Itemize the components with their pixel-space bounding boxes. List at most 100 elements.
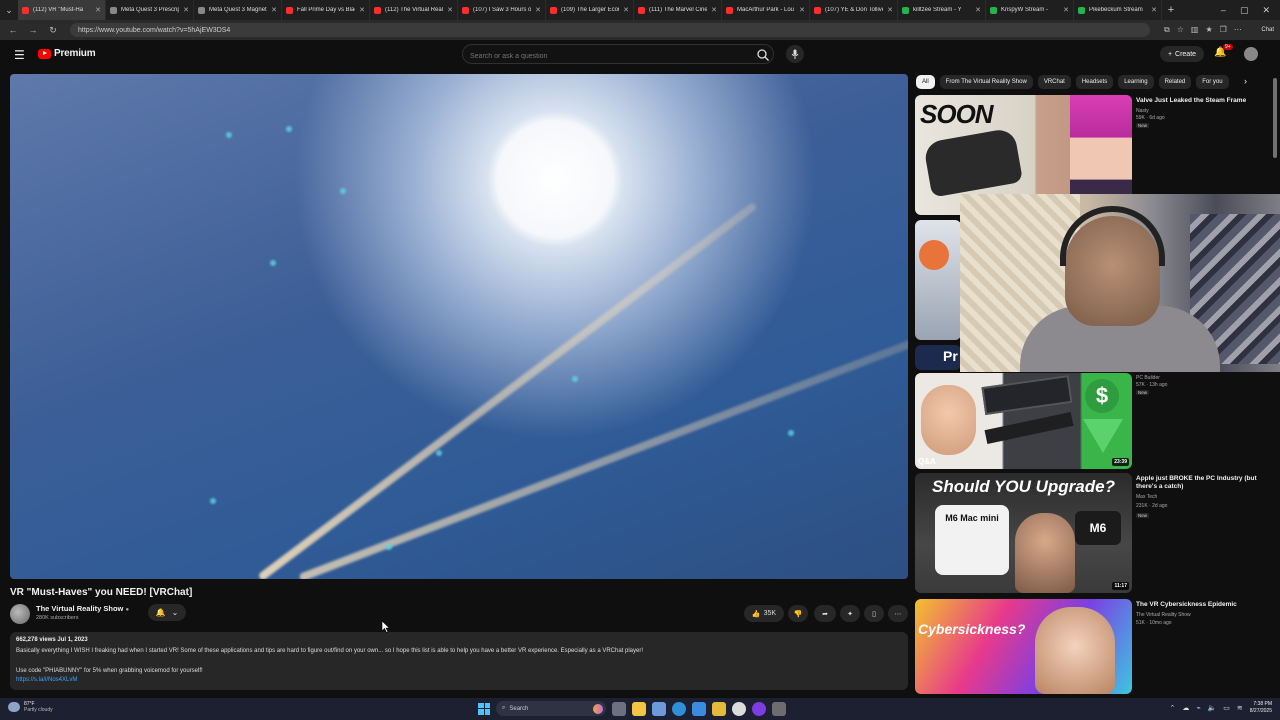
search-icon[interactable] (756, 48, 770, 62)
browser-tab[interactable]: MacArthur Park - Lou ✕ (722, 0, 810, 20)
voice-search-button[interactable] (786, 45, 804, 63)
taskbar-clock[interactable]: 7:38 PM 8/27/2025 (1250, 701, 1272, 715)
minimize-icon[interactable]: – (1221, 5, 1226, 16)
edge-icon[interactable] (672, 701, 686, 716)
recommendation-channel[interactable]: The Virtual Reality Show (1136, 612, 1191, 618)
account-avatar[interactable] (1244, 47, 1258, 61)
tab-close-icon[interactable]: ✕ (183, 6, 189, 14)
video-thumbnail[interactable]: $ Q&A 23:39 (915, 373, 1132, 469)
browser-tab[interactable]: (109) The Larger Econ ✕ (546, 0, 634, 20)
dislike-button[interactable]: 👎 (788, 605, 808, 622)
refresh-icon[interactable]: ↻ (46, 25, 60, 36)
more-actions-button[interactable]: ⋯ (888, 605, 908, 622)
tab-close-icon[interactable]: ✕ (95, 6, 101, 14)
video-player[interactable] (10, 74, 908, 579)
new-tab-button[interactable]: + (1162, 4, 1180, 16)
tab-close-icon[interactable]: ✕ (1063, 6, 1069, 14)
scrollbar-thumb[interactable] (1273, 78, 1277, 158)
collections-icon[interactable]: ❐ (1220, 25, 1227, 35)
recommendation-item[interactable]: Cybersickness? The VR Cybersickness Epid… (915, 599, 1270, 694)
subscribed-button[interactable]: 🔔 ⌄ (148, 604, 186, 621)
save-button[interactable]: ▯ (864, 605, 884, 622)
wifi-icon[interactable]: ≋ (1237, 704, 1243, 712)
browser-tab[interactable]: KrispyW Stream - ✕ (986, 0, 1074, 20)
recommendation-channel[interactable]: PC Builder (1136, 375, 1160, 381)
browser-tab[interactable]: (111) The Marvel Cine ✕ (634, 0, 722, 20)
tab-menu-icon[interactable]: ⌄ (0, 0, 18, 20)
recommendation-channel[interactable]: Nasty (1136, 108, 1149, 114)
tab-close-icon[interactable]: ✕ (711, 6, 717, 14)
filter-chip[interactable]: For you (1196, 75, 1229, 89)
youtube-logo[interactable]: Premium (38, 48, 96, 59)
app-icon[interactable] (692, 701, 706, 716)
tab-close-icon[interactable]: ✕ (359, 6, 365, 14)
description-box[interactable]: 662,278 views Jul 1, 2023 Basically ever… (10, 632, 908, 690)
filter-chip[interactable]: Headsets (1075, 75, 1114, 89)
search-input[interactable] (463, 47, 733, 66)
maximize-icon[interactable]: ▢ (1240, 5, 1249, 16)
tab-close-icon[interactable]: ✕ (535, 6, 541, 14)
chevron-up-icon[interactable]: ⌃ (1169, 704, 1175, 712)
browser-tab[interactable]: (107) YE & Don Tollive ✕ (810, 0, 898, 20)
calculator-icon[interactable] (772, 701, 786, 716)
display-icon[interactable]: ▭ (1223, 704, 1230, 712)
file-explorer-icon[interactable] (632, 701, 646, 716)
chrome-icon[interactable] (732, 701, 746, 716)
filter-chip[interactable]: All (916, 75, 935, 89)
filter-chip[interactable]: Related (1158, 75, 1192, 89)
page-scrollbar[interactable] (1272, 74, 1278, 694)
tab-close-icon[interactable]: ✕ (1151, 6, 1157, 14)
forward-icon[interactable]: → (26, 25, 40, 35)
video-thumbnail[interactable]: Cybersickness? (915, 599, 1132, 694)
chevron-right-icon[interactable]: › (1244, 76, 1247, 86)
recommendation-title[interactable]: Apple just BROKE the PC Industry (but th… (1136, 475, 1262, 491)
close-window-icon[interactable]: ✕ (1262, 5, 1270, 16)
browser-tab[interactable]: (112) VR "Must-Ha ✕ (18, 0, 106, 20)
share-button[interactable]: ➦ (814, 605, 836, 622)
filter-chip[interactable]: From The Virtual Reality Show (939, 75, 1033, 89)
browser-tab[interactable]: Pikebeckum Stream ✕ (1074, 0, 1162, 20)
recommendation-title[interactable]: Valve Just Leaked the Steam Frame (1136, 97, 1262, 105)
video-thumbnail[interactable]: Should YOU Upgrade? M6 Mac mini M6 11:17 (915, 473, 1132, 593)
browser-tab[interactable]: Meta Quest 3 Prescrip ✕ (106, 0, 194, 20)
volume-icon[interactable]: 🔈 (1208, 704, 1217, 712)
browser-tab[interactable]: Fall Prime Day vs Black ✕ (282, 0, 370, 20)
browser-tab[interactable]: (112) The Virtual Realit ✕ (370, 0, 458, 20)
video-thumbnail[interactable] (915, 220, 961, 340)
tab-close-icon[interactable]: ✕ (975, 6, 981, 14)
filter-chip[interactable]: Learning (1118, 75, 1154, 89)
recommendation-channel[interactable]: Max Tech (1136, 494, 1157, 500)
taskbar-search[interactable]: ⌕ Search (496, 701, 606, 716)
browser-tab[interactable]: (107) I Saw 3 Hours of ✕ (458, 0, 546, 20)
recommendation-item[interactable]: Should YOU Upgrade? M6 Mac mini M6 11:17… (915, 473, 1270, 593)
cloud-sync-icon[interactable]: ☁ (1182, 704, 1189, 712)
tab-close-icon[interactable]: ✕ (887, 6, 893, 14)
network-icon[interactable]: ⌁ (1196, 704, 1200, 712)
create-button[interactable]: + Create (1160, 46, 1204, 62)
split-icon[interactable]: ▥ (1191, 25, 1199, 35)
obs-icon[interactable] (752, 701, 766, 716)
app-icon[interactable] (712, 701, 726, 716)
recommendation-item[interactable]: $ Q&A 23:39 PC Builder 57K · 13h ago New (915, 373, 1270, 469)
weather-widget[interactable]: 87°F Partly cloudy (8, 701, 53, 713)
task-view-icon[interactable] (612, 701, 626, 716)
tab-close-icon[interactable]: ✕ (271, 6, 277, 14)
more-icon[interactable]: ⋯ (1234, 25, 1242, 35)
tab-close-icon[interactable]: ✕ (623, 6, 629, 14)
like-button[interactable]: 👍 35K (744, 605, 784, 622)
filter-chip[interactable]: VRChat (1037, 75, 1071, 89)
windows-start-icon[interactable] (478, 702, 490, 715)
tab-close-icon[interactable]: ✕ (799, 6, 805, 14)
video-thumbnail[interactable]: Pr (915, 345, 961, 370)
ask-button[interactable]: ✦ (840, 605, 860, 622)
channel-name[interactable]: The Virtual Reality Show ● (36, 604, 129, 613)
channel-avatar[interactable] (10, 604, 30, 624)
extension-icon[interactable]: ⧉ (1164, 25, 1170, 35)
favorites-icon[interactable]: ★ (1205, 25, 1212, 35)
browser-tab[interactable]: Meta Quest 3 Magnet ✕ (194, 0, 282, 20)
recommendation-title[interactable]: The VR Cybersickness Epidemic (1136, 601, 1262, 609)
browser-tab[interactable]: killtzee Stream - Y ✕ (898, 0, 986, 20)
description-link[interactable]: https://s.la/i/Nos4XLvM (16, 677, 77, 683)
star-icon[interactable]: ☆ (1177, 25, 1184, 35)
chat-button[interactable]: Chat (1261, 27, 1274, 33)
